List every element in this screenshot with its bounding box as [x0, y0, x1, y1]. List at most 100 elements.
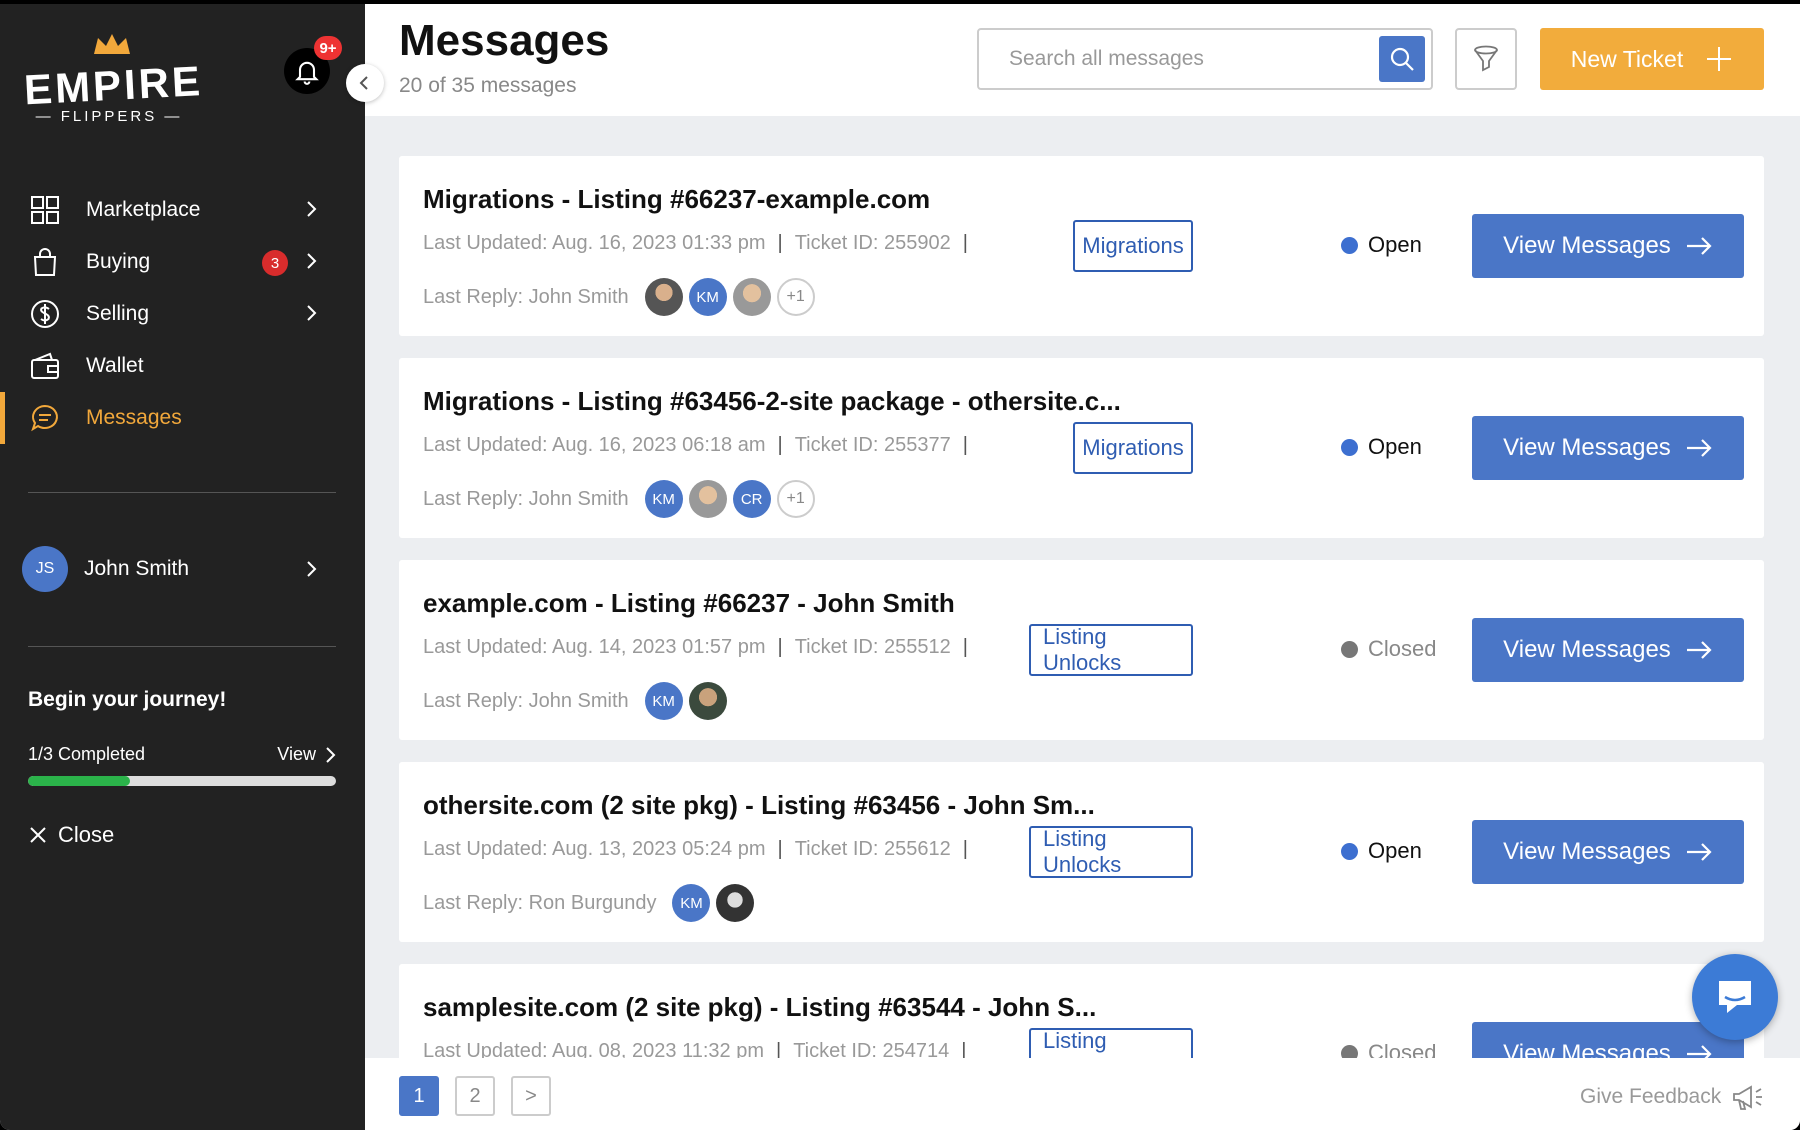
next-page-button[interactable]: >: [511, 1076, 551, 1116]
view-messages-button[interactable]: View Messages: [1472, 416, 1744, 480]
sidebar-item-label: Messages: [86, 406, 182, 429]
collapse-sidebar-button[interactable]: [346, 64, 384, 102]
avatar: [688, 682, 727, 720]
search-button[interactable]: [1379, 36, 1425, 82]
page-header: Messages 20 of 35 messages New Ticket: [365, 4, 1800, 116]
filter-button[interactable]: [1455, 28, 1517, 90]
search-input[interactable]: [979, 30, 1379, 88]
chat-bubble-icon: [1719, 981, 1751, 1013]
ticket-title: samplesite.com (2 site pkg) - Listing #6…: [423, 992, 1097, 1022]
ticket-title: Migrations - Listing #66237-example.com: [423, 184, 931, 214]
status-dot: [1341, 236, 1358, 254]
chevron-right-icon: [307, 561, 317, 577]
sidebar-item-buying[interactable]: Buying 3: [0, 236, 365, 288]
category-tag[interactable]: Listing Unlocks: [1029, 624, 1193, 676]
search-box: [977, 28, 1433, 90]
grid-icon: [28, 193, 62, 227]
filter-icon: [1474, 45, 1498, 72]
sidebar-item-marketplace[interactable]: Marketplace: [0, 184, 365, 236]
view-messages-button[interactable]: View Messages: [1472, 1022, 1744, 1058]
ticket-id: Ticket ID: 255377: [794, 434, 951, 456]
participant-avatars: KM +1: [644, 278, 815, 316]
notifications-badge: 9+: [314, 36, 342, 60]
avatar: KM: [644, 480, 683, 518]
arrow-right-icon: [1686, 237, 1712, 255]
sidebar-item-messages[interactable]: Messages: [0, 392, 365, 444]
journey-progress-text: 1/3 Completed: [28, 744, 146, 764]
sidebar-item-selling[interactable]: Selling: [0, 288, 365, 340]
ticket-card[interactable]: example.com - Listing #66237 - John Smit…: [399, 560, 1764, 740]
category-tag[interactable]: Listing Unlocks: [1029, 826, 1193, 878]
more-participants-badge: +1: [776, 278, 815, 316]
ticket-title: example.com - Listing #66237 - John Smit…: [423, 588, 955, 618]
category-tag[interactable]: Listing Unlocks: [1029, 1028, 1193, 1058]
sidebar-item-label: Selling: [86, 302, 150, 325]
page-button-2[interactable]: 2: [455, 1076, 495, 1116]
ticket-card[interactable]: Migrations - Listing #63456-2-site packa…: [399, 358, 1764, 538]
journey-title: Begin your journey!: [28, 688, 227, 711]
megaphone-icon: [1733, 1085, 1763, 1110]
new-ticket-label: New Ticket: [1570, 45, 1684, 72]
journey-progress-fill: [28, 776, 130, 786]
avatar: [732, 278, 771, 316]
chevron-left-icon: [359, 76, 368, 90]
view-messages-label: View Messages: [1503, 1040, 1671, 1058]
page-footer: 1 2 > Give Feedback: [365, 1058, 1800, 1130]
avatar: [688, 480, 727, 518]
category-tag[interactable]: Migrations: [1073, 422, 1193, 474]
participant-avatars: KM CR +1: [644, 480, 815, 518]
new-ticket-button[interactable]: New Ticket: [1540, 28, 1764, 90]
user-name: John Smith: [84, 557, 190, 580]
participant-avatars: KM: [672, 884, 755, 922]
status-badge: Open: [1341, 232, 1422, 258]
view-messages-label: View Messages: [1503, 232, 1671, 259]
sidebar-item-wallet[interactable]: Wallet: [0, 340, 365, 392]
view-messages-button[interactable]: View Messages: [1472, 214, 1744, 278]
ticket-card[interactable]: othersite.com (2 site pkg) - Listing #63…: [399, 762, 1764, 942]
ticket-meta: Last Updated: Aug. 16, 2023 01:33 pm | Tic…: [423, 232, 968, 254]
arrow-right-icon: [1686, 439, 1712, 457]
journey-progress-row: 1/3 Completed View: [28, 744, 338, 765]
sidebar-divider: [28, 492, 336, 493]
ticket-list: Migrations - Listing #66237-example.com …: [365, 116, 1800, 1058]
category-tag[interactable]: Migrations: [1073, 220, 1193, 272]
avatar: [644, 278, 683, 316]
ticket-meta: Last Updated: Aug. 14, 2023 01:57 pm | Tic…: [423, 636, 968, 658]
sidebar-item-label: Wallet: [86, 354, 144, 377]
chat-icon: [28, 401, 62, 435]
status-text: Closed: [1368, 1040, 1437, 1058]
view-messages-label: View Messages: [1503, 434, 1671, 461]
view-messages-button[interactable]: View Messages: [1472, 820, 1744, 884]
view-messages-button[interactable]: View Messages: [1472, 618, 1744, 682]
avatar: JS: [22, 546, 68, 592]
crown-icon: [94, 34, 130, 54]
avatar: [716, 884, 755, 922]
ticket-card[interactable]: samplesite.com (2 site pkg) - Listing #6…: [399, 964, 1764, 1058]
empire-flippers-logo[interactable]: EMPIRE — FLIPPERS —: [23, 32, 204, 128]
avatar: KM: [688, 278, 727, 316]
last-reply-text: Last Reply: John Smith: [423, 285, 629, 308]
user-menu[interactable]: JS John Smith: [22, 546, 342, 592]
status-badge: Closed: [1341, 636, 1436, 662]
page-button-1[interactable]: 1: [399, 1076, 439, 1116]
ticket-last-reply: Last Reply: John Smith KM: [423, 682, 727, 720]
status-dot: [1341, 842, 1358, 860]
arrow-right-icon: [1686, 641, 1712, 659]
last-reply-text: Last Reply: John Smith: [423, 487, 629, 510]
close-icon: [30, 827, 46, 843]
ticket-meta: Last Updated: Aug. 16, 2023 06:18 am | Tic…: [423, 434, 968, 456]
close-journey-button[interactable]: Close: [28, 822, 114, 848]
status-text: Closed: [1368, 636, 1437, 661]
ticket-last-updated: Last Updated: Aug. 08, 2023 11:32 pm: [423, 1040, 764, 1058]
sidebar-item-label: Buying: [86, 250, 151, 273]
ticket-id: Ticket ID: 255902: [794, 232, 951, 254]
live-chat-button[interactable]: [1692, 954, 1778, 1040]
give-feedback-link[interactable]: Give Feedback: [1580, 1082, 1765, 1112]
ticket-card[interactable]: Migrations - Listing #66237-example.com …: [399, 156, 1764, 336]
ticket-id: Ticket ID: 254714: [793, 1040, 950, 1058]
journey-view-link[interactable]: View: [277, 744, 338, 765]
close-label: Close: [58, 822, 115, 847]
journey-view-label: View: [277, 744, 316, 764]
ticket-title: othersite.com (2 site pkg) - Listing #63…: [423, 790, 1095, 820]
ticket-last-updated: Last Updated: Aug. 14, 2023 01:57 pm: [423, 636, 766, 658]
